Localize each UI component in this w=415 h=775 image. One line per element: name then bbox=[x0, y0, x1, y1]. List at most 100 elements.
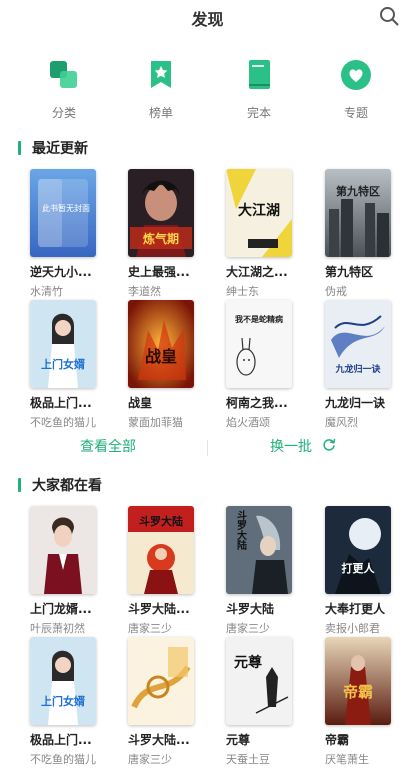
book-cover: 炼气期 bbox=[128, 169, 194, 257]
section-title: 最近更新 bbox=[32, 141, 88, 157]
book-author: 叶辰萧初然 bbox=[30, 622, 85, 635]
book-cover: 此书暂无封面 bbox=[30, 169, 96, 257]
book-card[interactable]: 打更人 大奉打更人 卖报小郎君 bbox=[325, 506, 405, 636]
book-cover: 上门女婿 bbox=[30, 637, 96, 725]
book-author: 魔风烈 bbox=[325, 416, 358, 429]
book-cover: 斗罗大陆 bbox=[226, 506, 292, 594]
book-title: 斗罗大陆 bbox=[226, 602, 275, 616]
cover-text: 此书暂无封面 bbox=[42, 203, 90, 213]
book-cover bbox=[128, 637, 194, 725]
cover-text: 炼气期 bbox=[143, 231, 179, 246]
cover-text: 打更人 bbox=[342, 561, 376, 575]
book-card[interactable]: 斗罗大陆... 唐家三少 bbox=[128, 637, 208, 767]
book-title: 斗罗大陆... bbox=[128, 602, 190, 616]
book-card[interactable]: 上门女婿 极品上门... 不吃鱼的猫儿 bbox=[30, 300, 110, 430]
book-title: 九龙归一诀 bbox=[325, 396, 386, 410]
book-title: 极品上门... bbox=[30, 733, 92, 747]
book-title: 元尊 bbox=[226, 733, 251, 747]
section-title: 大家都在看 bbox=[32, 478, 102, 494]
cover-text: 九龙归一诀 bbox=[334, 363, 381, 375]
book-cover: 第九特区 bbox=[325, 169, 391, 257]
book-author: 水清竹 bbox=[30, 285, 63, 298]
completed-book-icon bbox=[249, 60, 270, 89]
category-row: 分类 榜单 完本 专题 bbox=[0, 58, 415, 128]
book-card[interactable]: 帝霸 帝霸 厌笔萧生 bbox=[325, 637, 405, 767]
category-item-topic[interactable]: 专题 bbox=[316, 58, 396, 124]
cover-text: 我不是蛇精病 bbox=[235, 314, 283, 324]
book-cover: 斗罗大陆 bbox=[128, 506, 194, 594]
category-label: 专题 bbox=[343, 106, 368, 120]
book-author: 唐家三少 bbox=[128, 622, 172, 635]
cover-text: 帝霸 bbox=[343, 683, 373, 701]
category-item-ranking[interactable]: 榜单 bbox=[121, 58, 201, 124]
category-item-classify[interactable]: 分类 bbox=[24, 58, 104, 124]
book-author: 卖报小郎君 bbox=[325, 622, 380, 635]
cover-text: 上门女婿 bbox=[41, 357, 86, 371]
book-author: 绅士东 bbox=[226, 285, 259, 298]
refresh-label: 换一批 bbox=[270, 439, 312, 455]
section-accent-bar bbox=[18, 141, 21, 155]
book-author: 不吃鱼的猫儿 bbox=[30, 753, 96, 766]
book-card[interactable]: 战皇 战皇 蒙面加菲猫 bbox=[128, 300, 208, 430]
book-title: 战皇 bbox=[128, 396, 153, 410]
book-cover: 上门女婿 bbox=[30, 300, 96, 388]
book-card[interactable]: 元尊 元尊 天蚕土豆 bbox=[226, 637, 306, 767]
category-label: 分类 bbox=[51, 106, 76, 120]
category-label: 榜单 bbox=[148, 106, 173, 120]
book-title: 大江湖之... bbox=[226, 265, 288, 279]
top-bar: 发现 bbox=[0, 0, 415, 34]
category-item-completed[interactable]: 完本 bbox=[219, 58, 299, 124]
category-icon bbox=[50, 61, 77, 88]
book-card[interactable]: 九龙归一诀 九龙归一诀 魔风烈 bbox=[325, 300, 405, 430]
cover-text: 元尊 bbox=[234, 654, 262, 671]
book-cover: 战皇 bbox=[128, 300, 194, 388]
book-title: 逆天九小... bbox=[30, 265, 92, 279]
book-author: 蒙面加菲猫 bbox=[128, 416, 183, 429]
book-title: 第九特区 bbox=[325, 265, 374, 279]
book-card[interactable]: 此书暂无封面 逆天九小... 水清竹 bbox=[30, 169, 110, 299]
book-title: 上门龙婿... bbox=[30, 602, 92, 616]
refresh-button[interactable]: 换一批 bbox=[270, 436, 336, 456]
book-card[interactable]: 斗罗大陆 斗罗大陆 唐家三少 bbox=[226, 506, 306, 636]
book-cover: 九龙归一诀 bbox=[325, 300, 391, 388]
book-title: 大奉打更人 bbox=[325, 602, 386, 616]
book-card[interactable]: 上门龙婿... 叶辰萧初然 bbox=[30, 506, 110, 636]
book-card[interactable]: 大江湖 大江湖之... 绅士东 bbox=[226, 169, 306, 299]
search-icon[interactable] bbox=[379, 6, 399, 26]
recent-actions: 查看全部 换一批 bbox=[0, 436, 415, 460]
book-cover: 帝霸 bbox=[325, 637, 391, 725]
cover-text: 斗罗大陆 bbox=[235, 510, 247, 551]
ranking-icon bbox=[151, 61, 171, 88]
book-card[interactable]: 斗罗大陆 斗罗大陆... 唐家三少 bbox=[128, 506, 208, 636]
cover-text: 斗罗大陆 bbox=[139, 514, 183, 528]
book-cover: 我不是蛇精病 bbox=[226, 300, 292, 388]
book-author: 唐家三少 bbox=[226, 622, 270, 635]
book-author: 不吃鱼的猫儿 bbox=[30, 416, 96, 429]
divider bbox=[207, 440, 208, 456]
book-cover bbox=[30, 506, 96, 594]
book-author: 李道然 bbox=[128, 285, 161, 298]
view-all-button[interactable]: 查看全部 bbox=[80, 436, 136, 456]
book-cover: 元尊 bbox=[226, 637, 292, 725]
book-title: 帝霸 bbox=[325, 733, 350, 747]
page-title: 发现 bbox=[191, 10, 224, 29]
book-title: 柯南之我... bbox=[226, 396, 288, 410]
book-title: 斗罗大陆... bbox=[128, 733, 190, 747]
refresh-icon bbox=[323, 438, 336, 451]
book-card[interactable]: 我不是蛇精病 柯南之我... 焰火酒颂 bbox=[226, 300, 306, 430]
book-author: 厌笔萧生 bbox=[325, 753, 369, 766]
book-cover: 打更人 bbox=[325, 506, 391, 594]
book-title: 极品上门... bbox=[30, 396, 92, 410]
book-card[interactable]: 第九特区 第九特区 伪戒 bbox=[325, 169, 405, 299]
category-label: 完本 bbox=[246, 106, 271, 120]
cover-text: 第九特区 bbox=[336, 184, 380, 198]
section-accent-bar bbox=[18, 478, 21, 492]
book-author: 伪戒 bbox=[325, 285, 347, 298]
book-card[interactable]: 炼气期 史上最强... 李道然 bbox=[128, 169, 208, 299]
book-card[interactable]: 上门女婿 极品上门... 不吃鱼的猫儿 bbox=[30, 637, 110, 767]
cover-text: 大江湖 bbox=[238, 202, 280, 219]
book-author: 焰火酒颂 bbox=[226, 416, 270, 429]
book-author: 唐家三少 bbox=[128, 753, 172, 766]
book-cover: 大江湖 bbox=[226, 169, 292, 257]
topic-heart-icon bbox=[341, 60, 371, 90]
